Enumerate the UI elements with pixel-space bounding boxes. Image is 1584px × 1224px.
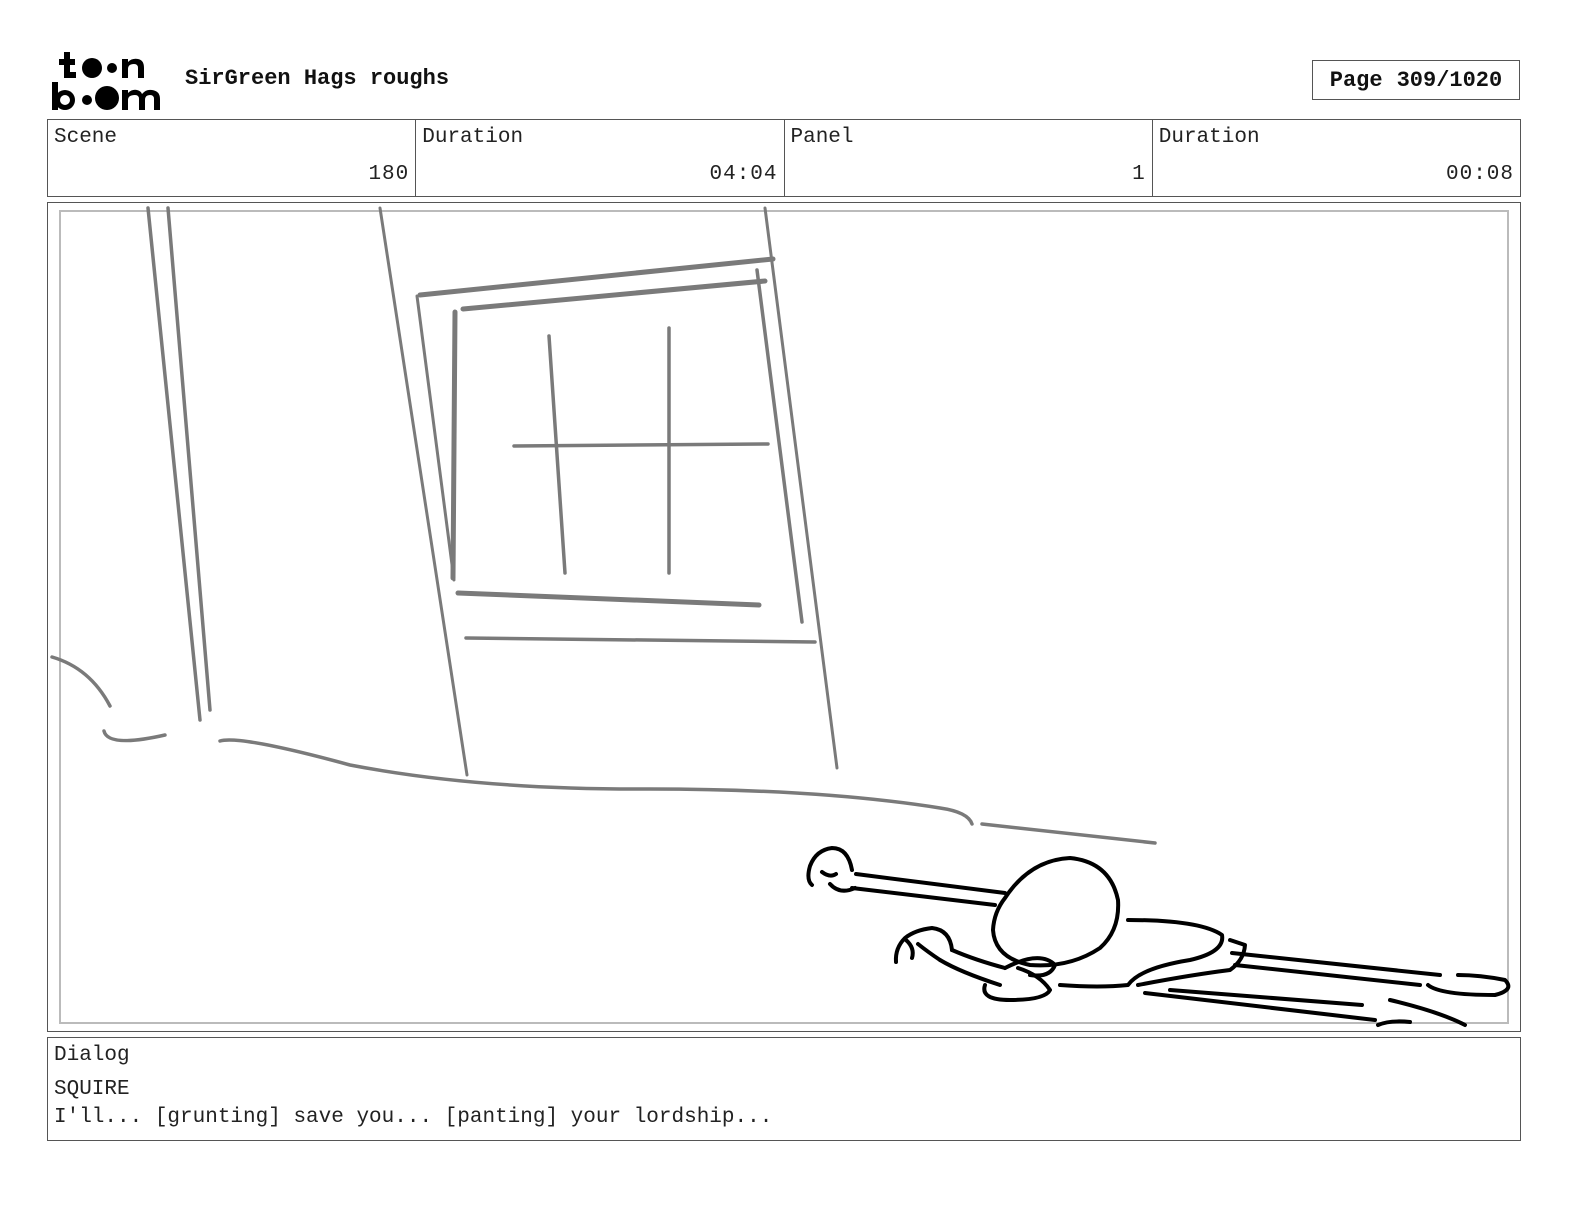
dialog-line: I'll... [grunting] save you... [panting]… [54, 1106, 773, 1129]
scene-duration-value: 04:04 [709, 163, 778, 186]
dialog-box: Dialog SQUIRE I'll... [grunting] save yo… [47, 1037, 1521, 1141]
page-label: Page [1329, 67, 1383, 93]
scene-value: 180 [368, 163, 410, 186]
scene-cell: Scene 180 [48, 120, 417, 196]
dialog-speaker: SQUIRE [54, 1078, 130, 1101]
storyboard-safe-area [59, 210, 1509, 1024]
project-title: SirGreen Hags roughs [185, 66, 450, 91]
panel-value: 1 [1132, 163, 1146, 186]
page-number: 309/1020 [1396, 67, 1503, 93]
panel-label: Panel [790, 126, 854, 149]
toon-boom-logo [52, 52, 160, 110]
page-indicator: Page 309/1020 [1312, 60, 1520, 100]
scene-duration-cell: Duration 04:04 [416, 120, 785, 196]
dialog-label: Dialog [54, 1044, 130, 1067]
panel-duration-value: 00:08 [1445, 163, 1514, 186]
panel-duration-label: Duration [1158, 126, 1260, 149]
scene-duration-label: Duration [422, 126, 524, 149]
panel-info-row: Scene 180 Duration 04:04 Panel 1 Duratio… [47, 119, 1521, 197]
panel-duration-cell: Duration 00:08 [1153, 120, 1520, 196]
panel-cell: Panel 1 [785, 120, 1153, 196]
scene-label: Scene [54, 126, 118, 149]
